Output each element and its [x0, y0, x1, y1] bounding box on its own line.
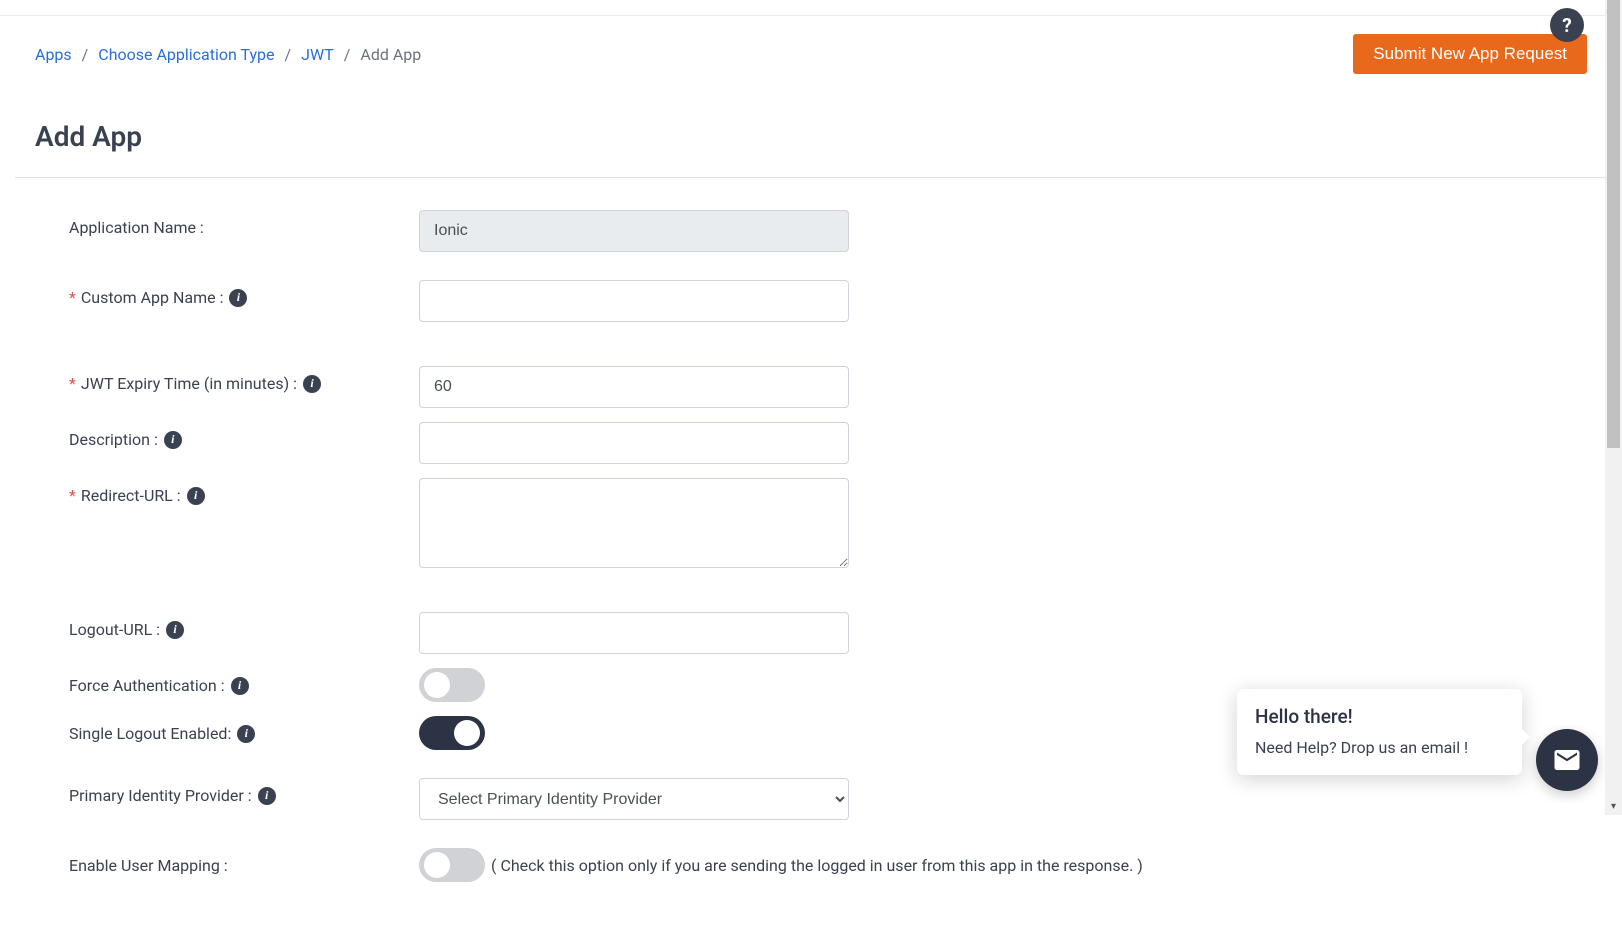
user-mapping-hint: ( Check this option only if you are send…: [491, 856, 1143, 875]
custom-app-name-input[interactable]: [419, 280, 849, 322]
chat-popup-title: Hello there!: [1255, 705, 1504, 728]
breadcrumb-choose-type[interactable]: Choose Application Type: [98, 45, 274, 64]
info-icon[interactable]: i: [164, 431, 182, 449]
page-title: Add App: [35, 120, 1587, 153]
label-primary-idp: Primary Identity Provider :: [69, 786, 252, 805]
info-icon[interactable]: i: [258, 787, 276, 805]
info-icon[interactable]: i: [166, 621, 184, 639]
info-icon[interactable]: i: [237, 725, 255, 743]
info-icon[interactable]: i: [231, 677, 249, 695]
breadcrumb-sep: /: [285, 45, 292, 64]
label-logout-url: Logout-URL :: [69, 620, 160, 639]
breadcrumb-apps[interactable]: Apps: [35, 45, 72, 64]
redirect-url-input[interactable]: [419, 478, 849, 568]
label-custom-app-name: Custom App Name :: [81, 288, 224, 307]
breadcrumb-current: Add App: [360, 45, 421, 64]
vertical-scrollbar[interactable]: ▾: [1605, 0, 1622, 815]
required-marker: *: [69, 374, 76, 393]
info-icon[interactable]: i: [303, 375, 321, 393]
chat-popup-text: Need Help? Drop us an email !: [1255, 738, 1504, 757]
breadcrumb-sep: /: [82, 45, 89, 64]
label-application-name: Application Name :: [69, 218, 204, 237]
description-input[interactable]: [419, 422, 849, 464]
breadcrumb-jwt[interactable]: JWT: [301, 45, 334, 64]
breadcrumb: Apps / Choose Application Type / JWT / A…: [35, 45, 421, 64]
logout-url-input[interactable]: [419, 612, 849, 654]
user-mapping-toggle[interactable]: [419, 848, 485, 882]
info-icon[interactable]: i: [229, 289, 247, 307]
label-single-logout: Single Logout Enabled:: [69, 724, 231, 743]
application-name-input: [419, 210, 849, 252]
help-button[interactable]: ?: [1550, 8, 1584, 42]
label-description: Description :: [69, 430, 158, 449]
label-redirect-url: Redirect-URL :: [81, 486, 181, 505]
chat-button[interactable]: [1536, 729, 1598, 791]
mail-icon: [1552, 745, 1582, 775]
jwt-expiry-input[interactable]: [419, 366, 849, 408]
breadcrumb-sep: /: [344, 45, 351, 64]
required-marker: *: [69, 486, 76, 505]
divider: [15, 177, 1607, 178]
submit-new-app-button[interactable]: Submit New App Request: [1353, 34, 1587, 74]
label-jwt-expiry: JWT Expiry Time (in minutes) :: [81, 374, 297, 393]
info-icon[interactable]: i: [187, 487, 205, 505]
single-logout-toggle[interactable]: [419, 716, 485, 750]
required-marker: *: [69, 288, 76, 307]
primary-idp-select[interactable]: Select Primary Identity Provider: [419, 778, 849, 820]
label-force-auth: Force Authentication :: [69, 676, 225, 695]
force-auth-toggle[interactable]: [419, 668, 485, 702]
chat-popup: Hello there! Need Help? Drop us an email…: [1237, 689, 1522, 775]
label-user-mapping: Enable User Mapping :: [69, 856, 228, 875]
